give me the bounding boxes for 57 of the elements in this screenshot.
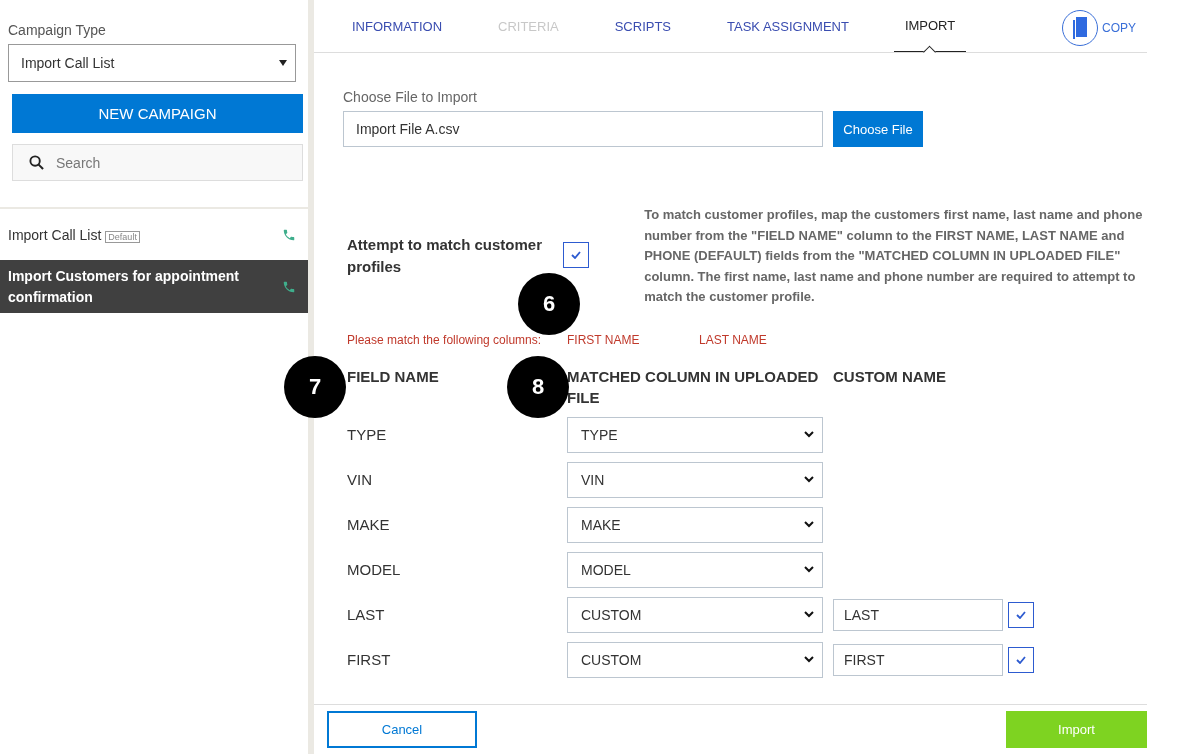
field-name: VIN	[347, 471, 373, 488]
checkbox[interactable]	[1008, 646, 1034, 673]
copy-button[interactable]: COPY	[1056, 9, 1142, 47]
field-name: MODEL	[347, 561, 402, 578]
checkmark-icon	[1016, 655, 1026, 664]
column-header: MATCHED COLUMN IN UPLOADED FILE	[567, 366, 820, 408]
search-icon	[29, 155, 44, 170]
field-label: Choose File to Import	[343, 89, 477, 105]
column-dropdown[interactable]: VIN	[567, 461, 823, 498]
cancel-button[interactable]: Cancel	[327, 711, 477, 748]
field-name: LAST	[347, 606, 386, 623]
column-dropdown[interactable]: CUSTOM	[567, 641, 823, 678]
chevron-down-icon	[804, 566, 814, 573]
column-dropdown[interactable]: MODEL	[567, 551, 823, 588]
checkmark-icon	[1016, 610, 1026, 619]
callout-marker: 6	[518, 273, 580, 335]
field-name: FIRST	[347, 651, 392, 668]
tab[interactable]: SCRIPTS	[603, 0, 683, 52]
chevron-down-icon	[804, 521, 814, 528]
chevron-down-icon	[804, 656, 814, 663]
phone-icon	[282, 279, 296, 294]
chevron-down-icon	[804, 431, 814, 438]
campaign-name: Import Customers for appointment confirmation	[8, 267, 239, 305]
field-name: MAKE	[347, 516, 391, 533]
campaign-list-item[interactable]: Import Customers for appointment confirmation	[0, 260, 308, 313]
missing-column: FIRST NAME	[567, 332, 699, 347]
checkbox[interactable]	[1008, 601, 1034, 628]
callout-marker: 8	[507, 356, 569, 418]
column-header: CUSTOM NAME	[833, 366, 947, 387]
checkmark-icon	[571, 251, 582, 259]
field-name: TYPE	[347, 426, 388, 443]
new-campaign-button[interactable]: NEW CAMPAIGN	[12, 94, 303, 133]
callout-marker: 7	[284, 356, 346, 418]
choose-file-button[interactable]: Choose File	[833, 111, 923, 147]
campaign-name: Import Call List	[8, 226, 102, 243]
column-dropdown[interactable]: MAKE	[567, 506, 823, 543]
column-dropdown[interactable]: CUSTOM	[567, 596, 823, 633]
tab[interactable]: TASK ASSIGNMENT	[716, 0, 860, 52]
campaign-list-item[interactable]: Import Call List Default	[0, 209, 308, 260]
caret-icon	[279, 60, 287, 66]
search-field[interactable]: Search	[12, 144, 303, 181]
custom-name-field[interactable]: FIRST	[833, 643, 1003, 676]
file-input-field[interactable]: Import File A.csv	[343, 111, 823, 147]
chevron-down-icon	[804, 476, 814, 483]
campaign-type-dropdown[interactable]: Import Call List	[8, 44, 296, 82]
column-header: FIELD NAME	[347, 366, 439, 387]
field-label: Campaign Type	[8, 22, 106, 38]
match-instructions: To match customer profiles, map the customers first name, last name and phone number from the "FIELD NAME" column to the FIRST NAME, LAST NAME and PHONE (DEFAULT) fields from the "MATCHED COLUMN IN UPLOADED FILE" column. The first name, last name and phone number are required to attempt to match the customer profile.	[644, 206, 1144, 306]
checkbox[interactable]	[563, 242, 590, 268]
default-badge: Default	[105, 230, 140, 243]
phone-icon	[282, 227, 296, 242]
chevron-down-icon	[804, 611, 814, 618]
missing-column: LAST NAME	[699, 332, 831, 347]
warning-message: Please match the following columns:	[347, 332, 543, 347]
tab[interactable]: INFORMATION	[341, 0, 454, 52]
column-dropdown[interactable]: TYPE	[567, 416, 823, 453]
custom-name-field[interactable]: LAST	[833, 598, 1003, 631]
